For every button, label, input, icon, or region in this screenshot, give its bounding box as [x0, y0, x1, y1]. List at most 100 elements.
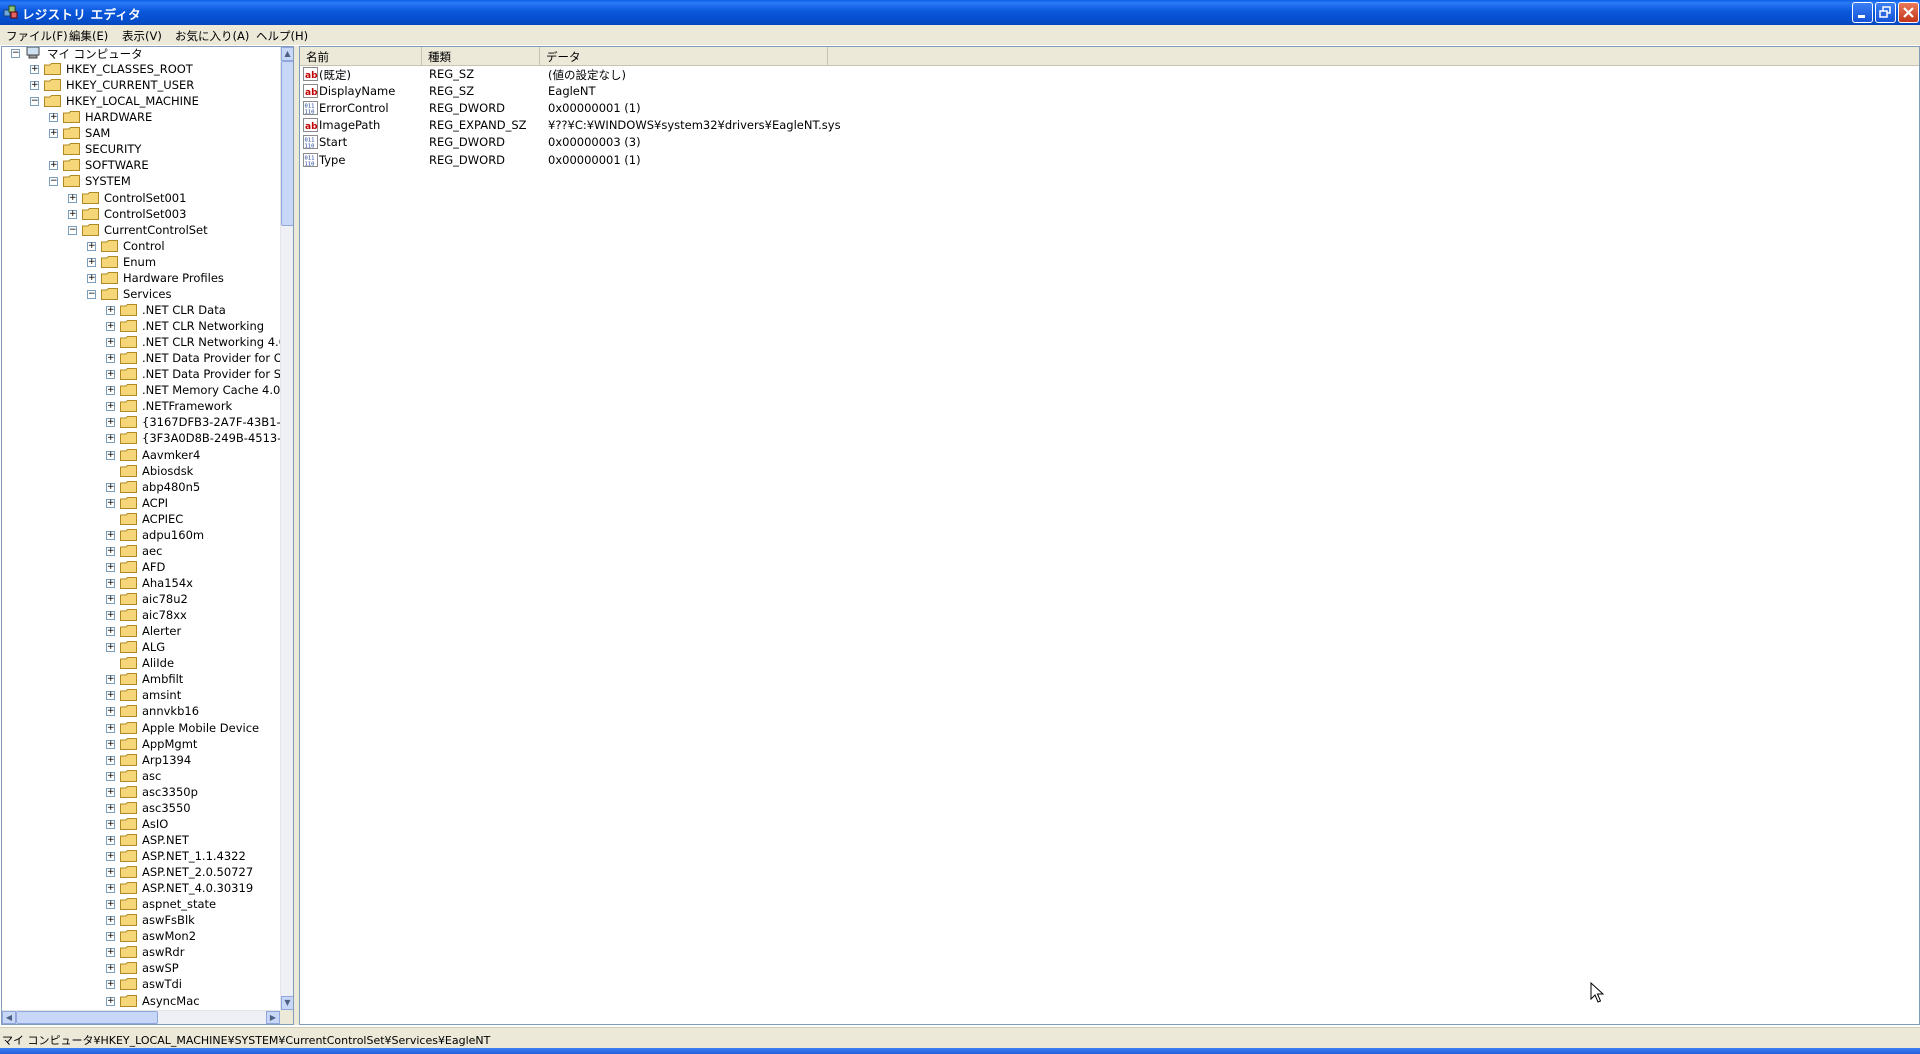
expand-icon[interactable]: +	[106, 675, 115, 685]
window-title: レジストリ エディタ	[22, 7, 141, 22]
expand-icon[interactable]: +	[87, 273, 96, 283]
value-name: ImagePath	[319, 118, 381, 133]
expand-icon[interactable]: +	[106, 691, 115, 701]
folder-icon	[120, 882, 137, 895]
expand-icon[interactable]: +	[106, 354, 115, 364]
collapse-icon[interactable]: −	[30, 97, 39, 107]
expand-icon[interactable]: +	[87, 241, 96, 251]
expand-icon[interactable]: +	[68, 193, 77, 203]
expand-icon[interactable]: +	[30, 65, 39, 75]
expand-icon[interactable]: +	[106, 964, 115, 974]
tree-horizontal-scrollbar[interactable]: ◀ ▶	[2, 1010, 280, 1024]
expand-icon[interactable]: +	[49, 129, 58, 139]
expand-icon[interactable]: +	[106, 611, 115, 621]
computer-icon	[26, 47, 40, 59]
expand-icon[interactable]: +	[106, 418, 115, 428]
expand-icon[interactable]: +	[106, 996, 115, 1006]
expand-icon[interactable]: +	[106, 370, 115, 380]
scroll-thumb-horizontal[interactable]	[16, 1011, 158, 1024]
expand-icon[interactable]: +	[106, 595, 115, 605]
expand-icon[interactable]: +	[106, 530, 115, 540]
tree-item-label: aec	[142, 543, 163, 558]
tree-item-label: HKEY_LOCAL_MACHINE	[66, 94, 199, 109]
scroll-right-arrow[interactable]: ▶	[266, 1011, 280, 1024]
expand-icon[interactable]: +	[106, 884, 115, 894]
value-row[interactable]: ab DisplayName REG_SZ EagleNT	[300, 83, 1200, 100]
menu-view[interactable]: 表示(V)	[122, 28, 162, 44]
expand-icon[interactable]: +	[106, 707, 115, 717]
scroll-down-arrow[interactable]: ▼	[281, 996, 293, 1010]
expand-icon[interactable]: +	[106, 803, 115, 813]
expand-icon[interactable]: +	[106, 322, 115, 332]
restore-button[interactable]	[1875, 2, 1896, 23]
scroll-up-arrow[interactable]: ▲	[281, 47, 293, 61]
expand-icon[interactable]: +	[106, 771, 115, 781]
expand-icon[interactable]: +	[106, 932, 115, 942]
menu-help[interactable]: ヘルプ(H)	[256, 28, 308, 44]
expand-icon[interactable]: +	[106, 980, 115, 990]
expand-icon[interactable]: +	[106, 852, 115, 861]
expand-icon[interactable]: +	[68, 209, 77, 219]
value-data: (値の設定なし)	[548, 68, 626, 82]
value-row[interactable]: ab ImagePath REG_EXPAND_SZ ¥??¥C:¥WINDOWS¥s…	[300, 117, 1200, 134]
expand-icon[interactable]: +	[106, 739, 115, 749]
column-header-name[interactable]: 名前	[300, 47, 422, 65]
column-header-type[interactable]: 種類	[422, 47, 540, 65]
expand-icon[interactable]: +	[30, 81, 39, 91]
menu-edit[interactable]: 編集(E)	[69, 28, 108, 44]
expand-icon[interactable]: +	[106, 643, 115, 653]
close-button[interactable]	[1898, 2, 1919, 23]
expand-icon[interactable]: +	[106, 498, 115, 508]
minimize-button[interactable]	[1852, 2, 1873, 23]
tree-item-label: HARDWARE	[85, 110, 153, 125]
expand-icon[interactable]: +	[106, 723, 115, 733]
expand-icon[interactable]: +	[106, 386, 115, 396]
scroll-thumb[interactable]	[281, 61, 293, 226]
expand-icon[interactable]: +	[106, 948, 115, 958]
value-type: REG_DWORD	[429, 101, 506, 116]
folder-icon	[120, 336, 137, 349]
expand-icon[interactable]: +	[106, 338, 115, 348]
value-row[interactable]: 011 110 Type REG_DWORD 0x00000001 (1)	[300, 152, 1200, 169]
expand-icon[interactable]: +	[106, 868, 115, 878]
registry-tree-pane[interactable]: − マイ コンピュータ + HKEY_CLASSES_ROOT + HKEY_CURREN…	[1, 46, 294, 1025]
value-row[interactable]: ab (既定) REG_SZ (値の設定なし)	[300, 66, 1200, 83]
expand-icon[interactable]: +	[106, 450, 115, 460]
values-list-pane[interactable]: 名前 種類 データ ab (既定) REG_SZ (値の設定なし) ab DisplayN…	[299, 46, 1920, 1025]
expand-icon[interactable]: +	[49, 161, 58, 171]
value-row[interactable]: 011 110 ErrorControl REG_DWORD 0x00000001 (1…	[300, 100, 1200, 117]
expand-icon[interactable]: +	[106, 546, 115, 556]
collapse-icon[interactable]: −	[11, 49, 20, 58]
tree-item-label: SAM	[85, 126, 111, 141]
expand-icon[interactable]: +	[106, 755, 115, 765]
column-header-data[interactable]: データ	[540, 47, 828, 65]
scroll-left-arrow[interactable]: ◀	[2, 1011, 16, 1024]
expand-icon[interactable]: +	[106, 627, 115, 637]
expand-icon[interactable]: +	[106, 434, 115, 444]
expand-icon[interactable]: +	[87, 257, 96, 267]
expand-icon[interactable]: +	[106, 835, 115, 845]
expand-icon[interactable]: +	[106, 787, 115, 797]
collapse-icon[interactable]: −	[49, 177, 58, 187]
binary-value-icon: 011110	[303, 152, 318, 167]
menu-file[interactable]: ファイル(F)	[6, 28, 68, 44]
collapse-icon[interactable]: −	[87, 289, 96, 299]
expand-icon[interactable]: +	[106, 819, 115, 829]
status-path: マイ コンピュータ¥HKEY_LOCAL_MACHINE¥SYSTEM¥Curr…	[2, 1034, 491, 1047]
title-bar[interactable]: レジストリ エディタ	[0, 0, 1920, 25]
expand-icon[interactable]: +	[106, 305, 115, 315]
value-row[interactable]: 011 110 Start REG_DWORD 0x00000003 (3)	[300, 134, 1200, 151]
expand-icon[interactable]: +	[49, 113, 58, 123]
tree-vertical-scrollbar[interactable]: ▲ ▼	[280, 47, 293, 1010]
expand-icon[interactable]: +	[106, 562, 115, 572]
folder-icon	[120, 512, 137, 525]
expand-icon[interactable]: +	[106, 900, 115, 910]
collapse-icon[interactable]: −	[68, 225, 77, 235]
expand-icon[interactable]: +	[106, 578, 115, 588]
expand-icon[interactable]: +	[106, 916, 115, 926]
expand-icon[interactable]: +	[106, 402, 115, 412]
menu-favorites[interactable]: お気に入り(A)	[175, 28, 249, 44]
folder-icon	[63, 143, 80, 156]
expand-icon[interactable]: +	[106, 482, 115, 492]
tree-item-label: aswRdr	[142, 945, 185, 960]
